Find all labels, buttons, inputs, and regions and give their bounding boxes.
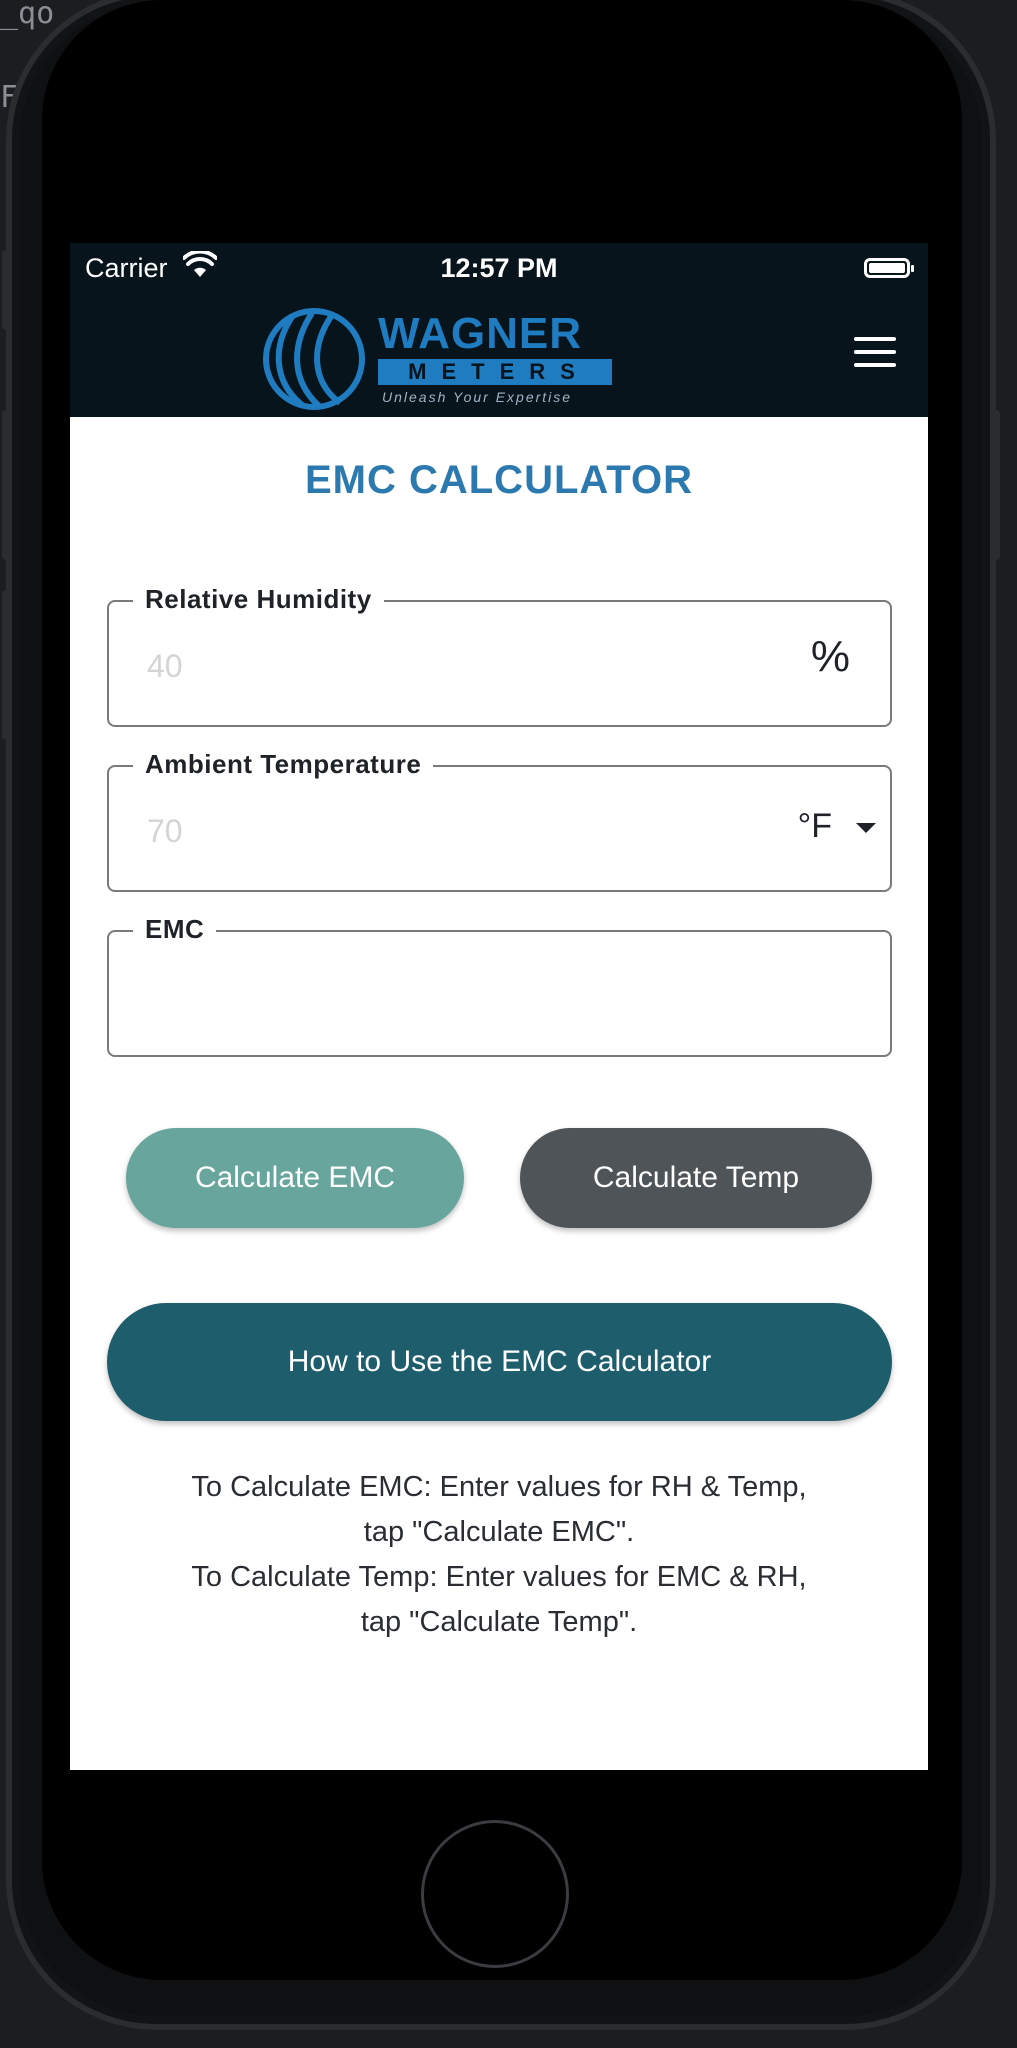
wagner-meters-logo[interactable]: WAGNER METERS Unleash Your Expertise — [262, 301, 622, 411]
logo-brand-top: WAGNER — [378, 309, 582, 358]
logo-globe-icon — [263, 308, 365, 410]
how-to-use-button[interactable]: How to Use the EMC Calculator — [107, 1303, 892, 1421]
temperature-unit-dropdown[interactable]: °F — [798, 807, 876, 846]
chevron-down-icon — [856, 823, 876, 834]
phone-side-button — [2, 410, 12, 560]
status-bar: Carrier 12:57 PM — [70, 243, 928, 293]
instructions-text: To Calculate EMC: Enter values for RH & … — [90, 1465, 908, 1645]
phone-side-button — [990, 410, 1000, 560]
logo-tagline: Unleash Your Expertise — [382, 389, 573, 405]
app-screen: Carrier 12:57 PM WAGNER METERS Unleash Y… — [70, 243, 928, 1770]
instructions-line: To Calculate EMC: Enter values for RH & … — [191, 1471, 807, 1503]
ambient-temperature-label: Ambient Temperature — [133, 749, 434, 780]
home-button[interactable] — [421, 1820, 569, 1968]
relative-humidity-field[interactable]: Relative Humidity % — [107, 584, 892, 727]
emc-field[interactable]: EMC — [107, 914, 892, 1057]
logo-brand-bottom: METERS — [378, 359, 612, 385]
phone-side-button — [2, 250, 12, 330]
status-time: 12:57 PM — [440, 253, 558, 283]
instructions-line: To Calculate Temp: Enter values for EMC … — [191, 1561, 807, 1593]
relative-humidity-label: Relative Humidity — [133, 584, 384, 615]
instructions-line: tap "Calculate EMC". — [363, 1516, 635, 1548]
instructions-line: tap "Calculate Temp". — [360, 1606, 638, 1638]
relative-humidity-input[interactable] — [145, 640, 709, 692]
emc-label: EMC — [133, 914, 217, 945]
app-header: WAGNER METERS Unleash Your Expertise — [70, 293, 928, 417]
ambient-temperature-field[interactable]: Ambient Temperature °F — [107, 749, 892, 892]
calculate-temp-button[interactable]: Calculate Temp — [520, 1128, 872, 1228]
ambient-temperature-input[interactable] — [145, 805, 709, 857]
emc-input[interactable] — [145, 970, 709, 1022]
calculate-emc-button[interactable]: Calculate EMC — [126, 1128, 464, 1228]
temperature-unit-value: °F — [797, 807, 832, 845]
phone-side-button — [2, 590, 12, 740]
hamburger-menu-icon[interactable] — [854, 337, 896, 369]
percent-unit: % — [810, 632, 850, 681]
battery-icon — [864, 258, 914, 278]
page-title: EMC CALCULATOR — [304, 458, 694, 502]
background-text: _qo — [0, 0, 55, 31]
